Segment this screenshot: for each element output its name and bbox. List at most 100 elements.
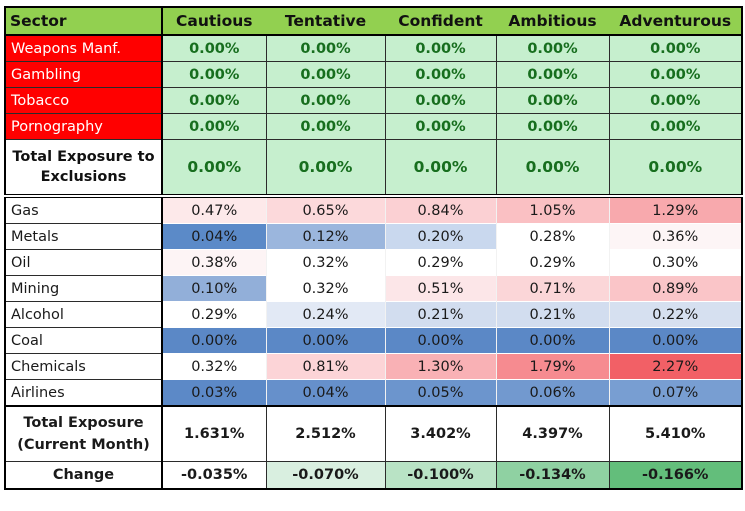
header-confident: Confident xyxy=(384,6,497,36)
exclusion-sector-label: Weapons Manf. xyxy=(4,34,163,62)
sector-value-cell: 0.10% xyxy=(161,275,267,302)
sector-value-cell: 0.29% xyxy=(384,249,497,276)
exclusion-value-cell: 0.00% xyxy=(384,87,497,114)
sector-value-cell: 0.65% xyxy=(265,196,386,224)
sector-value-cell: 0.07% xyxy=(608,379,743,407)
sector-value-cell: 0.24% xyxy=(265,301,386,328)
sectors-group: Gas 0.47% 0.65% 0.84% 1.05% 1.29% Metals 0.04% 0… xyxy=(4,195,743,407)
exclusions-total-cell: 0.00% xyxy=(384,139,497,198)
label-line-1: Total Exposure xyxy=(23,415,144,431)
exclusions-total-cell: 0.00% xyxy=(495,139,610,198)
sector-row: Airlines 0.03% 0.04% 0.05% 0.06% 0.07% xyxy=(4,379,743,407)
sector-value-cell: 1.29% xyxy=(608,196,743,224)
total-exposure-cell: 3.402% xyxy=(384,405,497,462)
change-cell: -0.035% xyxy=(161,461,267,490)
sector-value-cell: 0.36% xyxy=(608,223,743,250)
sector-value-cell: 0.32% xyxy=(265,275,386,302)
exclusion-value-cell: 0.00% xyxy=(495,34,610,62)
sector-value-cell: 0.29% xyxy=(495,249,610,276)
exclusion-sector-label: Pornography xyxy=(4,113,163,140)
sector-row: Oil 0.38% 0.32% 0.29% 0.29% 0.30% xyxy=(4,249,743,276)
sector-value-cell: 0.84% xyxy=(384,196,497,224)
change-label: Change xyxy=(4,461,163,490)
sector-row: Mining 0.10% 0.32% 0.51% 0.71% 0.89% xyxy=(4,275,743,302)
sector-value-cell: 1.79% xyxy=(495,353,610,380)
header-adventurous: Adventurous xyxy=(608,6,743,36)
exclusion-value-cell: 0.00% xyxy=(384,113,497,140)
label-line-2: Exclusions xyxy=(40,169,127,185)
sector-value-cell: 0.89% xyxy=(608,275,743,302)
sector-value-cell: 0.28% xyxy=(495,223,610,250)
sector-value-cell: 1.05% xyxy=(495,196,610,224)
exclusion-value-cell: 0.00% xyxy=(161,61,267,88)
sector-label: Mining xyxy=(4,275,163,302)
sector-value-cell: 0.22% xyxy=(608,301,743,328)
sector-value-cell: 0.21% xyxy=(495,301,610,328)
change-row: Change -0.035% -0.070% -0.100% -0.134% -… xyxy=(4,461,743,490)
sector-value-cell: 0.47% xyxy=(161,196,267,224)
exclusions-group: Weapons Manf. 0.00% 0.00% 0.00% 0.00% 0.00% Ga… xyxy=(4,34,743,140)
label-line-1: Total Exposure to xyxy=(12,149,155,165)
total-exposure-cell: 2.512% xyxy=(265,405,386,462)
sector-value-cell: 0.00% xyxy=(265,327,386,354)
sector-value-cell: 0.51% xyxy=(384,275,497,302)
exclusion-value-cell: 0.00% xyxy=(265,113,386,140)
total-exposure-cell: 1.631% xyxy=(161,405,267,462)
total-exposure-label: Total Exposure (Current Month) xyxy=(4,405,163,462)
exclusions-total-row: Total Exposure to Exclusions 0.00% 0.00% … xyxy=(4,139,743,198)
sector-label: Oil xyxy=(4,249,163,276)
total-exposure-row: Total Exposure (Current Month) 1.631% 2.5… xyxy=(4,405,743,462)
exclusion-value-cell: 0.00% xyxy=(161,87,267,114)
header-sector: Sector xyxy=(4,6,163,36)
header-cautious: Cautious xyxy=(161,6,267,36)
sector-value-cell: 0.29% xyxy=(161,301,267,328)
exclusion-row: Pornography 0.00% 0.00% 0.00% 0.00% 0.00% xyxy=(4,113,743,140)
sector-row: Gas 0.47% 0.65% 0.84% 1.05% 1.29% xyxy=(4,195,743,224)
sector-value-cell: 0.03% xyxy=(161,379,267,407)
sector-label: Chemicals xyxy=(4,353,163,380)
exclusions-total-cell: 0.00% xyxy=(608,139,743,198)
header-row: Sector Cautious Tentative Confident Ambi… xyxy=(4,6,743,36)
sector-value-cell: 2.27% xyxy=(608,353,743,380)
exclusion-value-cell: 0.00% xyxy=(608,61,743,88)
exclusions-total-cell: 0.00% xyxy=(161,139,267,198)
sector-label: Metals xyxy=(4,223,163,250)
exclusion-row: Tobacco 0.00% 0.00% 0.00% 0.00% 0.00% xyxy=(4,87,743,114)
sector-value-cell: 0.00% xyxy=(608,327,743,354)
exclusion-value-cell: 0.00% xyxy=(265,87,386,114)
exclusion-row: Weapons Manf. 0.00% 0.00% 0.00% 0.00% 0.00% xyxy=(4,34,743,62)
sector-label: Coal xyxy=(4,327,163,354)
exclusion-value-cell: 0.00% xyxy=(265,61,386,88)
sector-row: Metals 0.04% 0.12% 0.20% 0.28% 0.36% xyxy=(4,223,743,250)
sector-exposure-table: Sector Cautious Tentative Confident Ambi… xyxy=(4,6,743,490)
exclusion-value-cell: 0.00% xyxy=(495,113,610,140)
header-tentative: Tentative xyxy=(265,6,386,36)
exclusions-total-cell: 0.00% xyxy=(265,139,386,198)
exclusion-value-cell: 0.00% xyxy=(161,113,267,140)
sector-value-cell: 0.21% xyxy=(384,301,497,328)
sector-row: Alcohol 0.29% 0.24% 0.21% 0.21% 0.22% xyxy=(4,301,743,328)
sector-label: Gas xyxy=(4,195,163,224)
sector-value-cell: 0.20% xyxy=(384,223,497,250)
sector-value-cell: 0.32% xyxy=(161,353,267,380)
exclusion-row: Gambling 0.00% 0.00% 0.00% 0.00% 0.00% xyxy=(4,61,743,88)
exclusion-value-cell: 0.00% xyxy=(384,61,497,88)
sector-row: Coal 0.00% 0.00% 0.00% 0.00% 0.00% xyxy=(4,327,743,354)
change-cell: -0.166% xyxy=(608,461,743,490)
sector-value-cell: 0.32% xyxy=(265,249,386,276)
sector-row: Chemicals 0.32% 0.81% 1.30% 1.79% 2.27% xyxy=(4,353,743,380)
sector-value-cell: 0.00% xyxy=(384,327,497,354)
exclusion-value-cell: 0.00% xyxy=(384,34,497,62)
exclusion-value-cell: 0.00% xyxy=(608,113,743,140)
sector-label: Airlines xyxy=(4,379,163,407)
change-cell: -0.100% xyxy=(384,461,497,490)
change-cell: -0.070% xyxy=(265,461,386,490)
label-line-2: (Current Month) xyxy=(17,437,150,453)
sector-value-cell: 0.30% xyxy=(608,249,743,276)
change-cell: -0.134% xyxy=(495,461,610,490)
header-ambitious: Ambitious xyxy=(495,6,610,36)
sector-value-cell: 0.05% xyxy=(384,379,497,407)
sector-value-cell: 0.12% xyxy=(265,223,386,250)
sector-label: Alcohol xyxy=(4,301,163,328)
sector-value-cell: 0.00% xyxy=(495,327,610,354)
